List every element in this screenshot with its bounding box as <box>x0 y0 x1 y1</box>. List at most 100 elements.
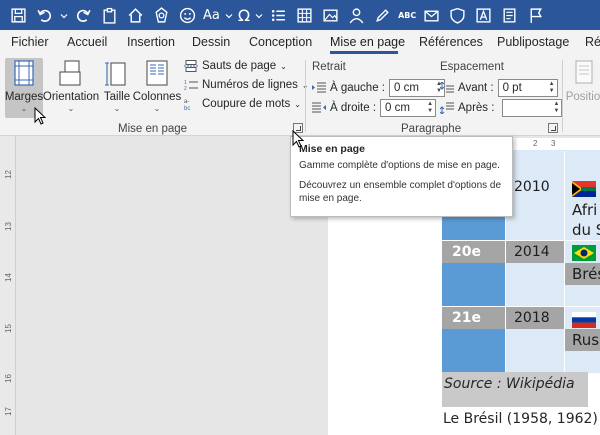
spacing-after-label: Après : <box>458 102 495 114</box>
table-cell-country: du S <box>572 221 600 239</box>
hyphenation-button[interactable]: a-bc Coupure de mots ⌄ <box>184 98 301 110</box>
ribbon: Marges ⌄ Orientation ⌄ Taille ⌄ Colonnes… <box>0 56 600 136</box>
indent-left-value: 0 cm <box>393 82 419 94</box>
tab-mise-en-page[interactable]: Mise en page <box>330 35 405 49</box>
tab-dessin[interactable]: Dessin <box>192 35 230 49</box>
indent-left-icon <box>312 82 326 93</box>
spacing-after-icon <box>440 102 454 114</box>
flag-icon[interactable] <box>525 5 546 26</box>
ruler-number: 2 <box>533 139 538 148</box>
tab-revision[interactable]: Ré <box>585 35 600 49</box>
tab-insertion[interactable]: Insertion <box>127 35 175 49</box>
image-icon[interactable] <box>320 5 341 26</box>
size-label: Taille <box>103 91 131 103</box>
tab-publipostage[interactable]: Publipostage <box>497 35 569 49</box>
omega-icon[interactable]: Ω <box>238 6 250 25</box>
indent-label: Retrait <box>312 61 346 73</box>
size-button[interactable]: Taille ⌄ <box>101 58 133 118</box>
table-cell-country: Brés <box>572 265 600 283</box>
orientation-icon <box>59 60 81 86</box>
hyphenation-label: Coupure de mots <box>202 98 291 110</box>
tooltip: Mise en page Gamme complète d'options de… <box>290 136 513 217</box>
columns-button[interactable]: Colonnes ⌄ <box>132 58 182 118</box>
clipboard-icon[interactable] <box>99 5 120 26</box>
ruler-number: 17 <box>3 407 13 416</box>
spacing-before-icon <box>440 82 454 93</box>
group-divider <box>305 60 306 132</box>
bullets-icon[interactable] <box>268 5 289 26</box>
redo-icon[interactable] <box>73 5 94 26</box>
save-icon[interactable] <box>8 5 29 26</box>
sun-icon[interactable] <box>151 5 172 26</box>
page-setup-group-label: Mise en page <box>118 123 188 135</box>
spacing-label: Espacement <box>440 61 504 73</box>
envelope-icon[interactable] <box>421 5 442 26</box>
ruler-number: 14 <box>3 273 13 282</box>
undo-icon[interactable] <box>34 5 55 26</box>
source-caption: Source : Wikipédia <box>442 372 588 407</box>
body-text: Le Brésil (1958, 1962) <box>443 411 598 427</box>
indent-left-input[interactable]: 0 cm ▲ ▼ <box>388 79 445 97</box>
group-divider <box>562 60 563 132</box>
person-icon[interactable] <box>346 5 367 26</box>
font-case-icon[interactable]: Aa <box>203 8 220 23</box>
indent-left-label: À gauche : <box>330 82 385 94</box>
font-case-dropdown-icon[interactable] <box>225 5 233 26</box>
page-break-icon <box>184 60 198 72</box>
indent-right-value: 0 cm <box>385 102 410 114</box>
shield-icon[interactable] <box>447 5 468 26</box>
spacing-before-label: Avant : <box>458 82 494 94</box>
smiley-icon[interactable] <box>177 5 198 26</box>
orientation-button[interactable]: Orientation ⌄ <box>42 58 100 118</box>
spacing-after-input[interactable]: ▲ ▼ <box>502 99 563 117</box>
position-icon <box>575 60 593 84</box>
ruler-number: 16 <box>3 374 13 383</box>
chevron-down-icon: ⌄ <box>67 104 75 113</box>
indent-right-input[interactable]: 0 cm ▲ ▼ <box>380 99 437 117</box>
tab-accueil[interactable]: Accueil <box>67 35 107 49</box>
line-numbers-label: Numéros de lignes <box>202 79 298 91</box>
vertical-ruler: 12 13 14 15 16 17 <box>0 136 16 435</box>
tab-references[interactable]: Références <box>419 35 483 49</box>
tab-fichier[interactable]: Fichier <box>11 35 49 49</box>
home-icon[interactable] <box>125 5 146 26</box>
breaks-label: Sauts de page <box>202 60 277 72</box>
columns-label: Colonnes <box>132 91 182 103</box>
pencil-icon[interactable] <box>372 5 393 26</box>
chevron-down-icon: ⌄ <box>113 104 121 113</box>
spreadsheet-icon[interactable] <box>499 5 520 26</box>
a-box-icon[interactable] <box>473 5 494 26</box>
hyphenation-icon: a-bc <box>184 99 190 110</box>
abc-icon[interactable]: ABC <box>398 11 416 20</box>
undo-dropdown-icon[interactable] <box>60 5 68 26</box>
indent-right-label: À droite : <box>330 102 377 114</box>
chevron-down-icon: ⌄ <box>294 99 301 109</box>
mouse-pointer-icon <box>292 130 305 148</box>
omega-dropdown-icon[interactable] <box>255 5 263 26</box>
position-button[interactable]: Positio <box>566 58 600 118</box>
spacing-before-input[interactable]: 0 pt ▲ ▼ <box>497 79 558 97</box>
line-numbers-button[interactable]: 12 Numéros de lignes ⌄ <box>184 79 309 91</box>
margins-label: Marges <box>4 91 44 103</box>
active-tab-indicator <box>330 51 398 54</box>
orientation-label: Orientation <box>42 91 100 103</box>
ruler-number: 15 <box>3 324 13 333</box>
russia-flag-icon <box>572 312 596 328</box>
ribbon-tabs: Fichier Accueil Insertion Dessin Concept… <box>0 30 600 56</box>
table-cell-country: Rus <box>572 331 600 349</box>
tooltip-detail: Découvrez un ensemble complet d'options … <box>299 180 502 191</box>
table-cell-year: 2010 <box>514 179 550 195</box>
indent-right-row: À droite : 0 cm ▲ ▼ <box>312 99 437 117</box>
indent-right-icon <box>312 102 326 113</box>
position-label: Positio <box>566 91 600 103</box>
spacing-after-row: Après : ▲ ▼ <box>440 99 563 117</box>
margins-icon <box>14 60 34 86</box>
table-cell-edition: 21e <box>452 310 481 326</box>
table-cell-year: 2014 <box>514 244 550 260</box>
breaks-button[interactable]: Sauts de page ⌄ <box>184 60 287 72</box>
table-icon[interactable] <box>294 5 315 26</box>
paragraph-launcher[interactable] <box>548 123 558 133</box>
tab-conception[interactable]: Conception <box>249 35 312 49</box>
paragraph-group-label: Paragraphe <box>401 123 462 135</box>
svg-text:bc: bc <box>184 106 190 110</box>
